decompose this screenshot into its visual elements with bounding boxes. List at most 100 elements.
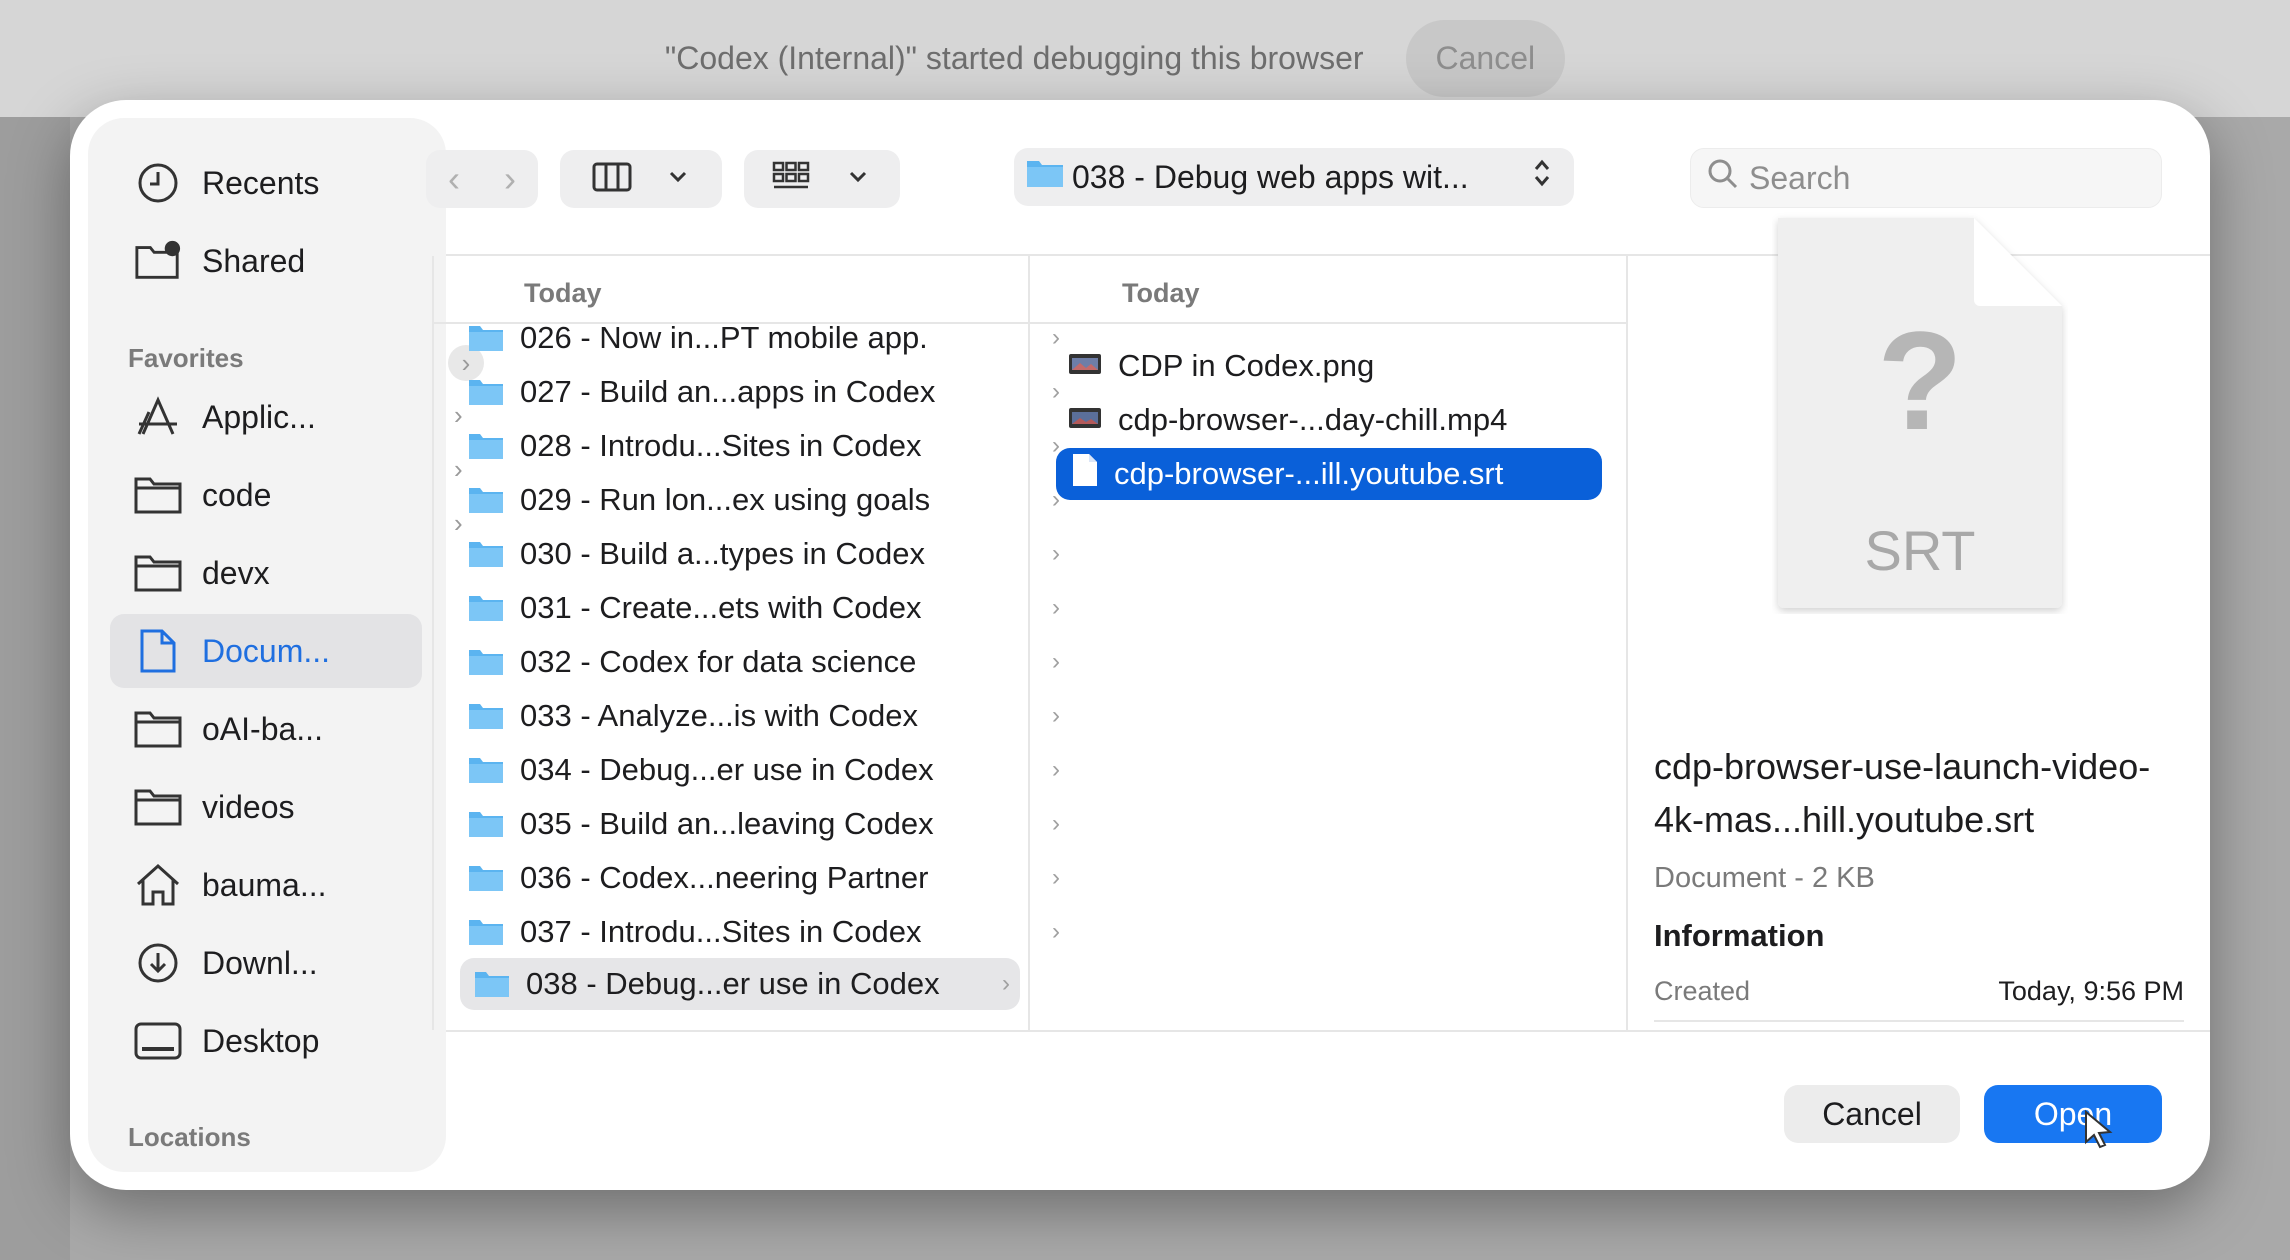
folder-label: 030 - Build a...types in Codex [520, 536, 925, 571]
sidebar-item-downloads[interactable]: Downl... [110, 926, 422, 1000]
cancel-button[interactable]: Cancel [1784, 1085, 1960, 1143]
folder-icon [134, 549, 182, 597]
applications-icon [134, 393, 182, 441]
folder-icon [468, 432, 504, 460]
path-label: 038 - Debug web apps wit... [1072, 158, 1469, 195]
desktop-icon [134, 1017, 182, 1065]
file-row-srt[interactable]: cdp-browser-...ill.youtube.srt [1056, 448, 1602, 500]
folder-row-029[interactable]: 029 - Run lon...ex using goals › [460, 476, 1068, 524]
folder-icon [474, 970, 510, 998]
folder-row-026[interactable]: 026 - Now in...PT mobile app. › [460, 314, 1068, 362]
chevron-right-icon: › [1052, 918, 1060, 945]
preview-info-header: Information [1654, 918, 1825, 953]
folder-icon [134, 471, 182, 519]
folder-icon [468, 594, 504, 622]
clock-icon [134, 159, 182, 207]
preview-info-divider [1654, 1020, 2184, 1022]
group-by-button[interactable] [744, 150, 900, 208]
column2-header: Today [1122, 278, 1200, 308]
background-app-left-edge [0, 117, 70, 1260]
preview-doc-glyph: ? [1877, 302, 1963, 459]
mouse-cursor-icon [2080, 1109, 2116, 1155]
folder-label: 037 - Introdu...Sites in Codex [520, 914, 922, 949]
chevron-right-icon: › [1052, 864, 1060, 891]
sidebar-item-label: Docum... [202, 632, 331, 669]
chevron-right-icon: › [1052, 540, 1060, 567]
chevron-right-icon: › [1002, 970, 1010, 997]
preview-filename: cdp-browser-use-launch-video-4k-mas...hi… [1654, 746, 2151, 840]
sidebar-item-code[interactable]: code [110, 458, 422, 532]
file-row-mp4[interactable]: cdp-browser-...day-chill.mp4 [1058, 396, 1608, 444]
grid-icon [772, 161, 810, 198]
column-divider-2 [1626, 256, 1628, 1030]
folder-row-030[interactable]: 030 - Build a...types in Codex › [460, 530, 1068, 578]
folder-row-027[interactable]: 027 - Build an...apps in Codex › [460, 368, 1068, 416]
sidebar-item-label: Downl... [202, 944, 318, 981]
folder-label: 031 - Create...ets with Codex [520, 590, 922, 625]
debugging-message: "Codex (Internal)" started debugging thi… [664, 40, 1364, 76]
sidebar-item-desktop[interactable]: Desktop [110, 1004, 422, 1078]
sidebar-item-documents[interactable]: Docum... [110, 614, 422, 688]
file-label: cdp-browser-...ill.youtube.srt [1114, 456, 1504, 491]
folder-row-036[interactable]: 036 - Codex...neering Partner › [460, 854, 1068, 902]
sidebar-item-shared[interactable]: Shared [110, 224, 422, 298]
folder-icon [468, 324, 504, 352]
open-button[interactable]: Open [1984, 1085, 2162, 1143]
image-file-icon [1068, 348, 1102, 384]
preview-doc-extension: SRT [1864, 519, 1976, 582]
file-row-png[interactable]: CDP in Codex.png [1058, 342, 1608, 390]
folder-row-035[interactable]: 035 - Build an...leaving Codex › [460, 800, 1068, 848]
folder-label: 038 - Debug...er use in Codex [526, 966, 940, 1001]
column1-header: Today [524, 278, 602, 308]
sidebar-item-recents[interactable]: Recents [110, 146, 422, 220]
folder-row-031[interactable]: 031 - Create...ets with Codex › [460, 584, 1068, 632]
folder-row-038[interactable]: 038 - Debug...er use in Codex › [460, 958, 1020, 1010]
preview-created-value: Today, 9:56 PM [1998, 976, 2184, 1006]
forward-button[interactable]: › [482, 158, 538, 200]
preview-created-label: Created [1654, 976, 1751, 1006]
folder-row-032[interactable]: 032 - Codex for data science › [460, 638, 1068, 686]
folder-label: 032 - Codex for data science [520, 644, 917, 679]
search-field[interactable]: Search [1690, 148, 2162, 208]
folder-icon [1026, 158, 1064, 196]
sidebar-item-devx[interactable]: devx [110, 536, 422, 610]
column2-header-divider [1030, 322, 1626, 324]
sidebar-item-label: videos [202, 788, 295, 825]
folder-icon [468, 486, 504, 514]
path-popup-button[interactable]: 038 - Debug web apps wit... [1014, 148, 1574, 206]
favorites-header: Favorites [128, 343, 244, 373]
folder-label: 028 - Introdu...Sites in Codex [520, 428, 922, 463]
folder-icon [468, 756, 504, 784]
folder-row-033[interactable]: 033 - Analyze...is with Codex › [460, 692, 1068, 740]
folder-icon [468, 864, 504, 892]
sidebar-item-applications[interactable]: Applic... [110, 380, 422, 454]
document-icon [134, 627, 182, 675]
sidebar-item-videos[interactable]: videos [110, 770, 422, 844]
view-mode-button[interactable] [560, 150, 722, 208]
home-icon [134, 861, 182, 909]
folder-label: 036 - Codex...neering Partner [520, 860, 929, 895]
folder-icon [468, 918, 504, 946]
folder-icon [468, 648, 504, 676]
back-forward-buttons: ‹ › [426, 150, 538, 208]
sidebar-item-label: Recents [202, 164, 320, 201]
sidebar-item-label: Shared [202, 242, 306, 279]
folder-row-028[interactable]: 028 - Introdu...Sites in Codex › [460, 422, 1068, 470]
chevron-down-icon [668, 170, 688, 189]
folder-row-037[interactable]: 037 - Introdu...Sites in Codex › [460, 908, 1068, 956]
search-placeholder: Search [1749, 159, 1851, 196]
preview-kind-size: Document - 2 KB [1654, 862, 1875, 894]
column-divider-0 [432, 256, 434, 1030]
up-down-chevron-icon [1532, 157, 1552, 197]
folder-label: 026 - Now in...PT mobile app. [520, 320, 928, 355]
sidebar-item-oai-ba[interactable]: oAI-ba... [110, 692, 422, 766]
chevron-right-icon: › [1052, 648, 1060, 675]
back-button[interactable]: ‹ [426, 158, 482, 200]
folder-row-034[interactable]: 034 - Debug...er use in Codex › [460, 746, 1068, 794]
banner-cancel-button[interactable]: Cancel [1405, 20, 1566, 97]
folder-icon [468, 540, 504, 568]
sidebar-item-home[interactable]: bauma... [110, 848, 422, 922]
open-file-dialog: Recents Shared Favorites Applic... code … [70, 100, 2210, 1190]
folder-label: 033 - Analyze...is with Codex [520, 698, 919, 733]
sidebar-item-label: Desktop [202, 1022, 320, 1059]
